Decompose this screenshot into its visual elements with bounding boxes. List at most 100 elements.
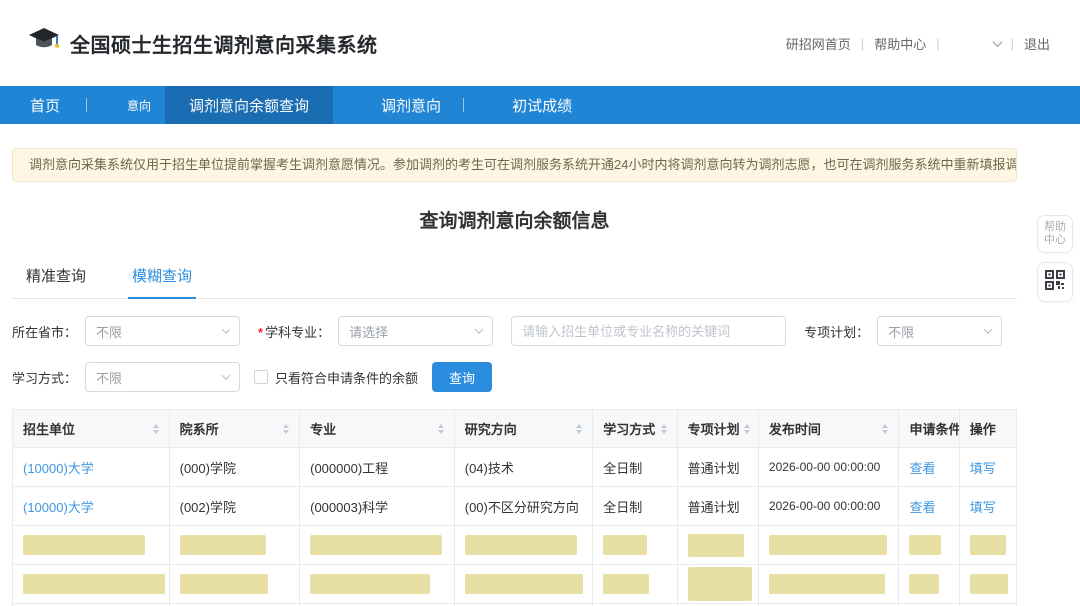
notice-banner: 调剂意向采集系统仅用于招生单位提前掌握考生调剂意愿情况。参加调剂的考生可在调剂服… [12,148,1017,182]
redacted-cell [603,574,649,594]
major-cell: (000000)工程 [300,448,455,487]
publish-time-cell: 2026-00-00 00:00:00 [758,448,899,487]
tab-fuzzy-query[interactable]: 模糊查询 [128,259,196,299]
floating-widgets: 帮助 中心 [1037,215,1073,302]
redacted-cell [180,574,268,594]
view-condition-link[interactable]: 查看 [909,461,935,476]
sort-icon[interactable] [438,424,444,434]
fill-action-link[interactable]: 填写 [970,500,996,515]
plan-cell: 普通计划 [677,448,758,487]
plan-select[interactable]: 不限 [877,316,1002,346]
main-nav: 首页 意向 调剂意向余额查询 调剂意向 初试成绩 [0,86,1080,124]
redacted-cell [769,574,885,594]
table-row-redacted [13,526,1017,565]
subject-select[interactable]: 请选择 [338,316,493,346]
view-condition-link[interactable]: 查看 [909,500,935,515]
col-header-study-mode: 学习方式 [603,419,655,438]
redacted-cell [603,535,647,555]
col-header-dept: 院系所 [180,419,219,438]
eligible-only-checkbox[interactable] [254,370,268,384]
query-button[interactable]: 查询 [432,362,492,392]
unit-link[interactable]: (10000)大学 [23,461,94,476]
nav-item-balance-query[interactable]: 调剂意向余额查询 [165,86,333,124]
link-logout[interactable]: 退出 [1024,34,1050,53]
chevron-down-icon[interactable] [992,37,1002,47]
col-header-plan: 专项计划 [688,419,740,438]
eligible-only-label: 只看符合申请条件的余额 [275,368,418,387]
graduation-cap-icon [28,27,60,59]
qr-code-icon [1045,270,1065,295]
redacted-cell [465,535,577,555]
direction-cell: (04)技术 [454,448,593,487]
sort-icon[interactable] [153,424,159,434]
chevron-down-icon [222,371,230,379]
study-mode-select[interactable]: 不限 [85,362,240,392]
filter-row-2: 学习方式： 不限 只看符合申请条件的余额 查询 [12,362,1017,392]
nav-item-yixiang[interactable]: 意向 [113,86,165,124]
table-row: (10000)大学 (000)学院 (000000)工程 (04)技术 全日制 … [13,448,1017,487]
page-title: 查询调剂意向余额信息 [12,206,1017,233]
redacted-cell [970,574,1008,594]
sort-icon[interactable] [882,424,888,434]
redacted-cell [909,535,941,555]
qr-code-widget[interactable] [1037,262,1073,302]
nav-item-chushi-chengji[interactable]: 初试成绩 [490,86,594,124]
redacted-cell [769,535,887,555]
major-cell: (000003)科学 [300,487,455,526]
table-header-row: 招生单位 院系所 专业 研究方向 学习方式 专项计划 发布时间 申请条件 操作 [13,410,1017,448]
sort-icon[interactable] [576,424,582,434]
col-header-action: 操作 [970,422,996,437]
study-mode-cell: 全日制 [593,487,677,526]
nav-item-tiaoji-yixiang[interactable]: 调剂意向 [359,86,463,124]
redacted-cell [688,567,752,601]
query-tabs: 精准查询 模糊查询 [12,259,1017,299]
col-header-unit: 招生单位 [23,419,75,438]
sort-icon[interactable] [744,424,750,434]
chevron-down-icon [475,325,483,333]
table-row: (10000)大学 (002)学院 (000003)科学 (00)不区分研究方向… [13,487,1017,526]
unit-link[interactable]: (10000)大学 [23,500,94,515]
help-center-widget[interactable]: 帮助 中心 [1037,215,1073,253]
redacted-cell [909,574,939,594]
province-label: 所在省市： [12,322,77,341]
tab-precise-query[interactable]: 精准查询 [22,259,90,298]
app-title: 全国硕士生招生调剂意向采集系统 [70,29,378,58]
plan-label: 专项计划： [804,322,869,341]
sort-icon[interactable] [661,424,667,434]
nav-item-home[interactable]: 首页 [0,86,86,124]
fill-action-link[interactable]: 填写 [970,461,996,476]
subject-label: *学科专业： [258,322,330,341]
col-header-condition: 申请条件 [909,422,959,437]
balance-table: 招生单位 院系所 专业 研究方向 学习方式 专项计划 发布时间 申请条件 操作 … [12,409,1017,606]
study-mode-label: 学习方式： [12,368,77,387]
separator: | [936,36,939,51]
redacted-cell [23,574,165,594]
redacted-cell [465,574,583,594]
redacted-cell [310,574,430,594]
app-header: 全国硕士生招生调剂意向采集系统 研招网首页 | 帮助中心 | | 退出 [0,0,1080,86]
plan-cell: 普通计划 [677,487,758,526]
separator: | [1011,36,1014,51]
study-mode-cell: 全日制 [593,448,677,487]
redacted-cell [23,535,145,555]
required-asterisk: * [258,325,263,340]
dept-cell: (002)学院 [169,487,300,526]
separator: | [861,36,864,51]
dept-cell: (000)学院 [169,448,300,487]
filter-row-1: 所在省市： 不限 *学科专业： 请选择 专项计划： 不限 [12,316,1017,346]
province-select[interactable]: 不限 [85,316,240,346]
link-yanzhao-home[interactable]: 研招网首页 [786,34,851,53]
redacted-cell [180,535,266,555]
table-row-redacted [13,565,1017,604]
direction-cell: (00)不区分研究方向 [454,487,593,526]
col-header-major: 专业 [310,419,336,438]
sort-icon[interactable] [283,424,289,434]
col-header-publish-time: 发布时间 [769,419,821,438]
eligible-only-checkbox-wrap[interactable]: 只看符合申请条件的余额 [254,368,418,387]
keyword-input[interactable] [511,316,786,346]
link-help-center[interactable]: 帮助中心 [874,34,926,53]
publish-time-cell: 2026-00-00 00:00:00 [758,487,899,526]
chevron-down-icon [222,325,230,333]
redacted-cell [688,534,744,557]
chevron-down-icon [984,325,992,333]
